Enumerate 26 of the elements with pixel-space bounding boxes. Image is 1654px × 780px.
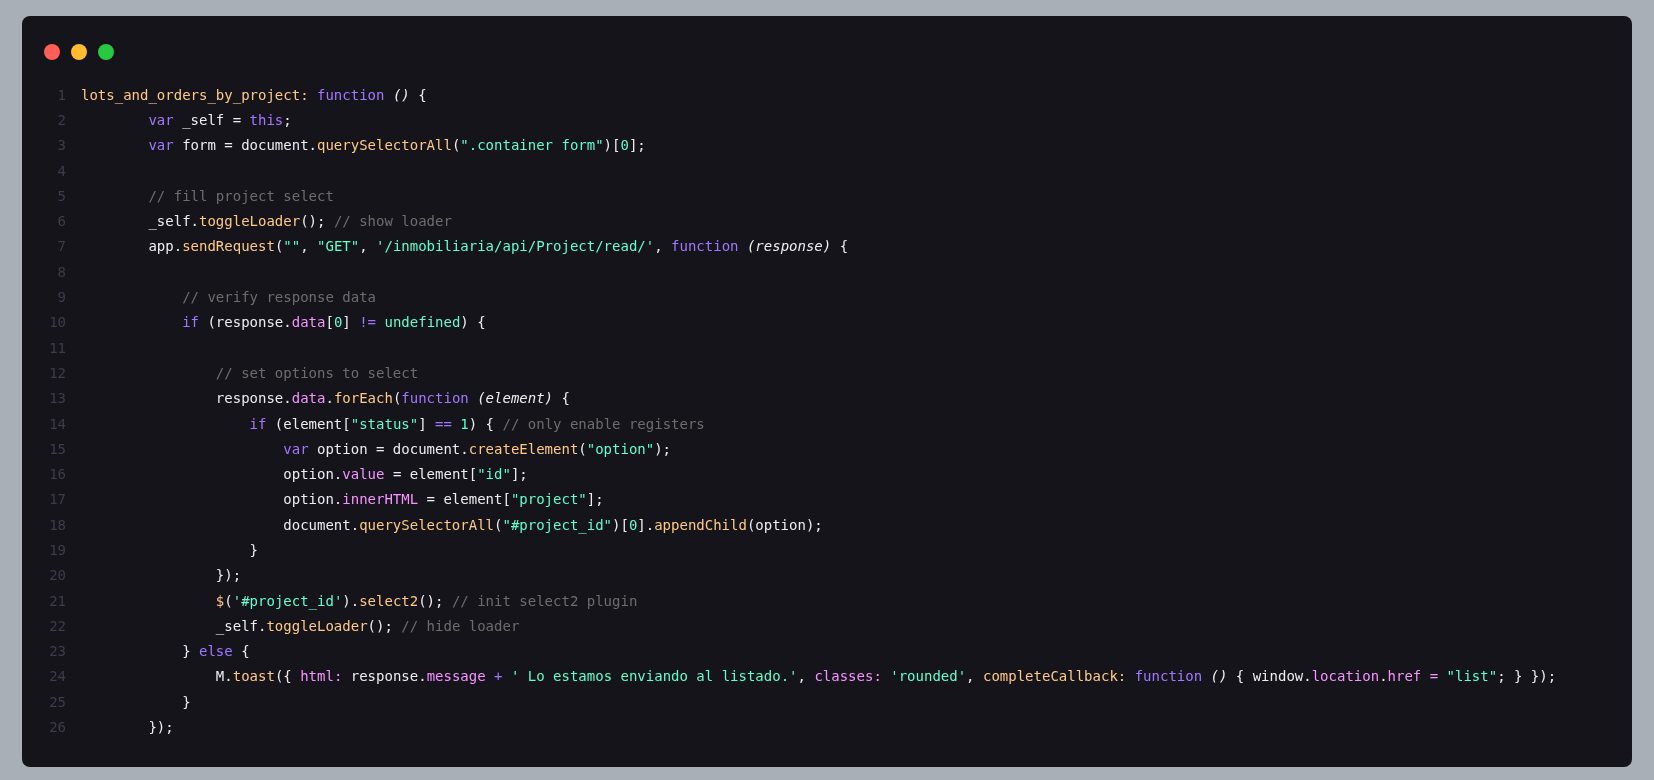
code-line: // verify response data: [181, 289, 376, 305]
code-line: _self.toggleLoader(); // hide loader: [214, 617, 520, 634]
code-line: document.querySelectorAll("#project_id")[0].appendChild(option);: [282, 516, 823, 533]
code-line: M.toast({ html: response.message + ' Lo estamos enviando al listado.', classes: 'rounded', completeCallback: function () { window.location.href = "list"; } });: [214, 668, 1557, 685]
code-line: });: [147, 719, 174, 736]
minimize-button[interactable]: [71, 44, 87, 60]
code-line: // set options to select: [214, 364, 419, 381]
code-line: });: [214, 567, 242, 584]
code-line: option.value = element["id"];: [282, 466, 528, 483]
maximize-button[interactable]: [98, 44, 114, 60]
code-line: option.innerHTML = element["project"];: [282, 491, 604, 508]
code-line: $('#project_id').select2(); // init select2 plugin: [214, 592, 638, 609]
code-line: if (response.data[0] != undefined) {: [181, 314, 486, 331]
code-line: var option = document.createElement("option");: [282, 440, 672, 457]
code-line: lots_and_orders_by_project: function () {: [81, 86, 427, 103]
code-line: if (element["status"] == 1) { // only enable registers: [248, 415, 705, 432]
code-line: _self.toggleLoader(); // show loader: [147, 213, 452, 230]
code-line: // fill project select: [147, 187, 334, 204]
code-line: } else {: [181, 643, 250, 660]
code-line: app.sendRequest("", "GET", '/inmobiliaria/api/Project/read/', function (response) {: [147, 238, 849, 255]
code-line: }: [181, 693, 191, 710]
code-line: response.data.forEach(function (element) {: [214, 390, 570, 407]
code-line: var form = document.querySelectorAll(".container form")[0];: [147, 137, 646, 154]
code-line: var _self = this;: [147, 111, 292, 128]
code-line: }: [248, 542, 258, 558]
close-button[interactable]: [44, 44, 60, 60]
